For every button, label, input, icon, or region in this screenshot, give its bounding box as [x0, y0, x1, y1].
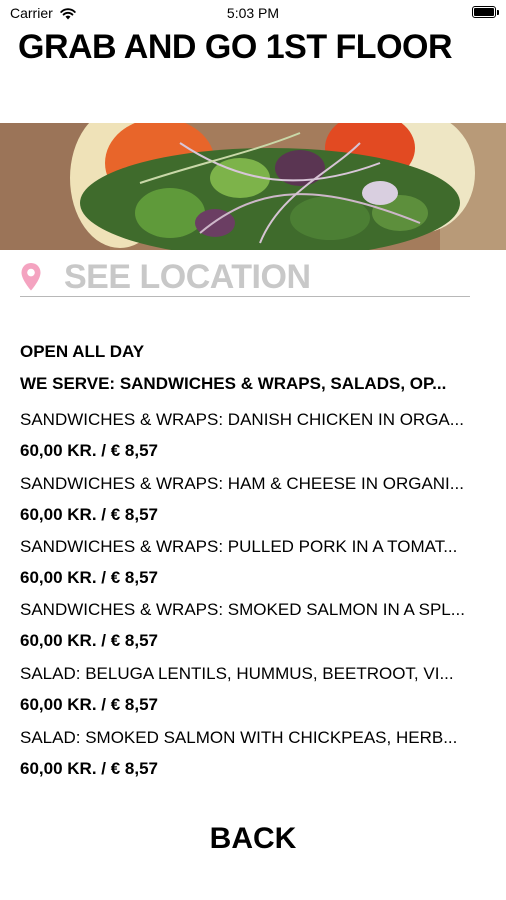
food-hero-image [0, 123, 506, 250]
status-bar: Carrier 5:03 PM [0, 0, 506, 26]
menu-item-name: SANDWICHES & WRAPS: HAM & CHEESE IN ORGA… [20, 474, 464, 493]
menu-item-price: 60,00 KR. / € 8,57 [20, 505, 158, 524]
status-time: 5:03 PM [226, 5, 280, 21]
menu-item-name: SALAD: BELUGA LENTILS, HUMMUS, BEETROOT,… [20, 664, 454, 683]
page-title: GRAB AND GO 1ST FLOOR [18, 28, 453, 66]
menu-item-price: 60,00 KR. / € 8,57 [20, 759, 158, 778]
menu-item-name: SANDWICHES & WRAPS: DANISH CHICKEN IN OR… [20, 410, 464, 429]
menu-item-name: SANDWICHES & WRAPS: SMOKED SALMON IN A S… [20, 600, 465, 619]
menu-item-price: 60,00 KR. / € 8,57 [20, 441, 158, 460]
location-pin-icon [21, 263, 41, 291]
serves-summary: WE SERVE: SANDWICHES & WRAPS, SALADS, OP… [20, 374, 447, 393]
menu-item-price: 60,00 KR. / € 8,57 [20, 631, 158, 650]
see-location-button[interactable]: SEE LOCATION [20, 258, 470, 297]
opening-hours: OPEN ALL DAY [20, 342, 145, 361]
menu-item-name: SALAD: SMOKED SALMON WITH CHICKPEAS, HER… [20, 728, 458, 747]
back-button[interactable]: BACK [0, 822, 506, 856]
menu-item-name: SANDWICHES & WRAPS: PULLED PORK IN A TOM… [20, 537, 458, 556]
menu-item-price: 60,00 KR. / € 8,57 [20, 568, 158, 587]
battery-icon [472, 6, 499, 18]
menu-item-price: 60,00 KR. / € 8,57 [20, 695, 158, 714]
see-location-label: SEE LOCATION [64, 257, 311, 296]
